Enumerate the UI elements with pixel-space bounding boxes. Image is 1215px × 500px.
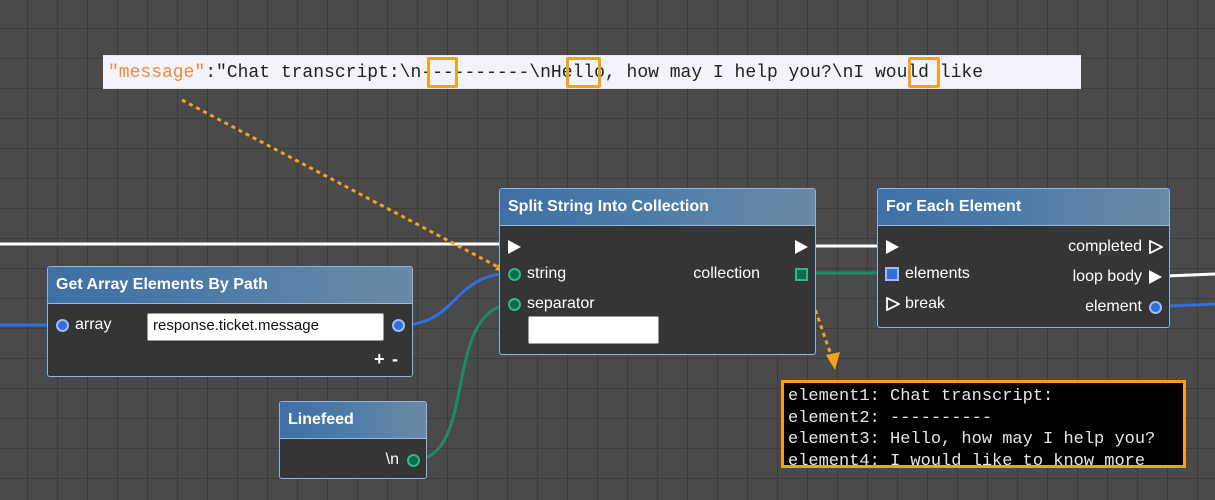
- node-get-array-elements[interactable]: Get Array Elements By Path array respons…: [47, 266, 413, 377]
- elements-input-pin[interactable]: [885, 267, 899, 281]
- node-title: Linefeed: [280, 402, 426, 439]
- loop-body-exec-icon[interactable]: [1149, 270, 1162, 284]
- separator-input[interactable]: [528, 316, 659, 344]
- node-title: Split String Into Collection: [500, 189, 815, 226]
- add-button[interactable]: +: [374, 349, 385, 370]
- node-linefeed[interactable]: Linefeed \n: [279, 401, 427, 479]
- array-label: array: [75, 316, 112, 333]
- string-input-pin[interactable]: [508, 268, 521, 281]
- collection-output-pin[interactable]: [795, 268, 808, 281]
- remove-button[interactable]: -: [392, 349, 398, 370]
- console-line: element4: I would like to know more: [788, 451, 1146, 468]
- node-for-each-element[interactable]: For Each Element completed elements loop…: [877, 188, 1170, 328]
- node-split-string[interactable]: Split String Into Collection string coll…: [499, 188, 816, 355]
- separator-label: separator: [527, 295, 595, 312]
- node-title: For Each Element: [878, 189, 1169, 226]
- string-label: string: [527, 265, 567, 282]
- separator-input-pin[interactable]: [508, 298, 521, 311]
- node-title: Get Array Elements By Path: [48, 267, 412, 304]
- annotation-arrowhead-console: [826, 352, 840, 370]
- break-exec-icon[interactable]: [886, 297, 900, 311]
- loop-body-label: loop body: [1072, 268, 1142, 285]
- console-line: element3: Hello, how may I help you?: [788, 430, 1156, 449]
- path-input[interactable]: response.ticket.message: [147, 313, 384, 341]
- elements-label: elements: [905, 265, 970, 282]
- break-label: break: [905, 295, 946, 312]
- collection-label: collection: [693, 265, 760, 282]
- json-newline-2: \n: [529, 63, 551, 83]
- wire-array-to-string: [399, 271, 516, 327]
- json-key: "message": [108, 63, 206, 83]
- highlight-newline-3: [908, 57, 940, 88]
- element-label: element: [1085, 298, 1142, 315]
- linefeed-output-label: \n: [385, 451, 399, 468]
- highlight-newline-1: [427, 57, 458, 88]
- json-newline-3: \n: [831, 63, 854, 83]
- json-text-start: :"Chat transcript:: [205, 63, 400, 83]
- exec-in-icon[interactable]: [508, 240, 521, 254]
- console-line: element2: ----------: [788, 408, 993, 428]
- array-input-pin[interactable]: [56, 319, 69, 332]
- console-line: element1: Chat transcript:: [788, 387, 1054, 406]
- completed-label: completed: [1068, 238, 1142, 255]
- linefeed-output-pin[interactable]: [407, 454, 420, 467]
- element-output-pin[interactable]: [1149, 301, 1162, 314]
- exec-in-icon[interactable]: [886, 240, 899, 254]
- array-output-pin[interactable]: [392, 319, 405, 332]
- exec-out-icon[interactable]: [795, 240, 808, 254]
- json-newline-1: \n: [399, 63, 422, 83]
- console-output: element1: Chat transcript: element2: ---…: [781, 380, 1186, 468]
- highlight-newline-2: [566, 57, 601, 88]
- exec-wire-loop-body: [1165, 272, 1215, 278]
- completed-exec-icon[interactable]: [1149, 240, 1163, 254]
